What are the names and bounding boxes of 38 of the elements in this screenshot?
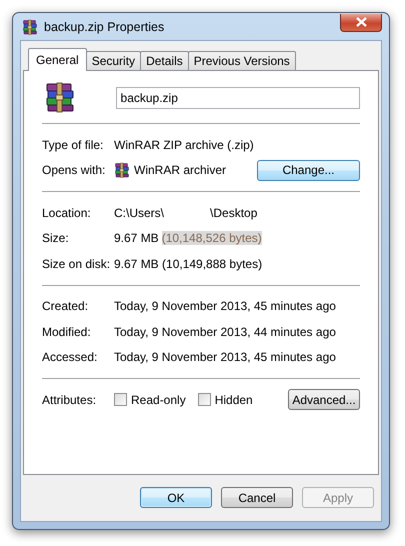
checkbox[interactable]: [114, 393, 127, 406]
field-value: 9.67 MB: [114, 231, 159, 246]
field-label: Attributes:: [42, 392, 98, 407]
archive-icon: [44, 80, 76, 112]
tab[interactable]: Security: [86, 51, 142, 70]
field-label: Size:: [42, 231, 70, 246]
window-title: backup.zip Properties: [44, 20, 166, 34]
field-value: Today, 9 November 2013, 45 minutes ago: [114, 350, 336, 364]
archive-icon: [22, 18, 38, 34]
selected-text: (10,148,526 bytes): [162, 231, 262, 246]
tab[interactable]: Details: [140, 51, 189, 70]
field-value: C:\Users\: [114, 206, 164, 220]
close-button[interactable]: [340, 14, 382, 32]
field-value: WinRAR archiver: [134, 163, 226, 178]
advanced-button[interactable]: Advanced...: [288, 389, 360, 410]
field-label: Accessed:: [42, 350, 98, 364]
field-label: Modified:: [42, 324, 92, 339]
dialog-button[interactable]: OK: [140, 487, 212, 508]
field-label: Location:: [42, 206, 92, 220]
field-label: Created:: [42, 299, 90, 314]
dialog-button[interactable]: Cancel: [221, 487, 293, 508]
close-icon: [356, 17, 366, 27]
field-label: Opens with:: [42, 163, 106, 178]
archive-icon: [114, 162, 130, 178]
field-value: Today, 9 November 2013, 45 minutes ago: [114, 299, 336, 314]
file-name-field[interactable]: backup.zip: [116, 87, 360, 109]
tab[interactable]: General: [28, 48, 87, 71]
field-value: 9.67 MB (10,149,888 bytes): [114, 256, 262, 271]
checkbox[interactable]: [198, 393, 211, 406]
checkbox-label: Read-only: [131, 392, 186, 407]
field-label: Size on disk:: [42, 256, 112, 271]
field-label: Type of file:: [42, 138, 104, 152]
field-value: WinRAR ZIP archive (.zip): [114, 138, 254, 152]
field-value: \Desktop: [210, 206, 258, 220]
checkbox-label: Hidden: [214, 392, 253, 407]
change-button[interactable]: Change...: [257, 160, 360, 181]
tab[interactable]: Previous Versions: [188, 51, 296, 70]
field-value: Today, 9 November 2013, 44 minutes ago: [114, 324, 336, 339]
